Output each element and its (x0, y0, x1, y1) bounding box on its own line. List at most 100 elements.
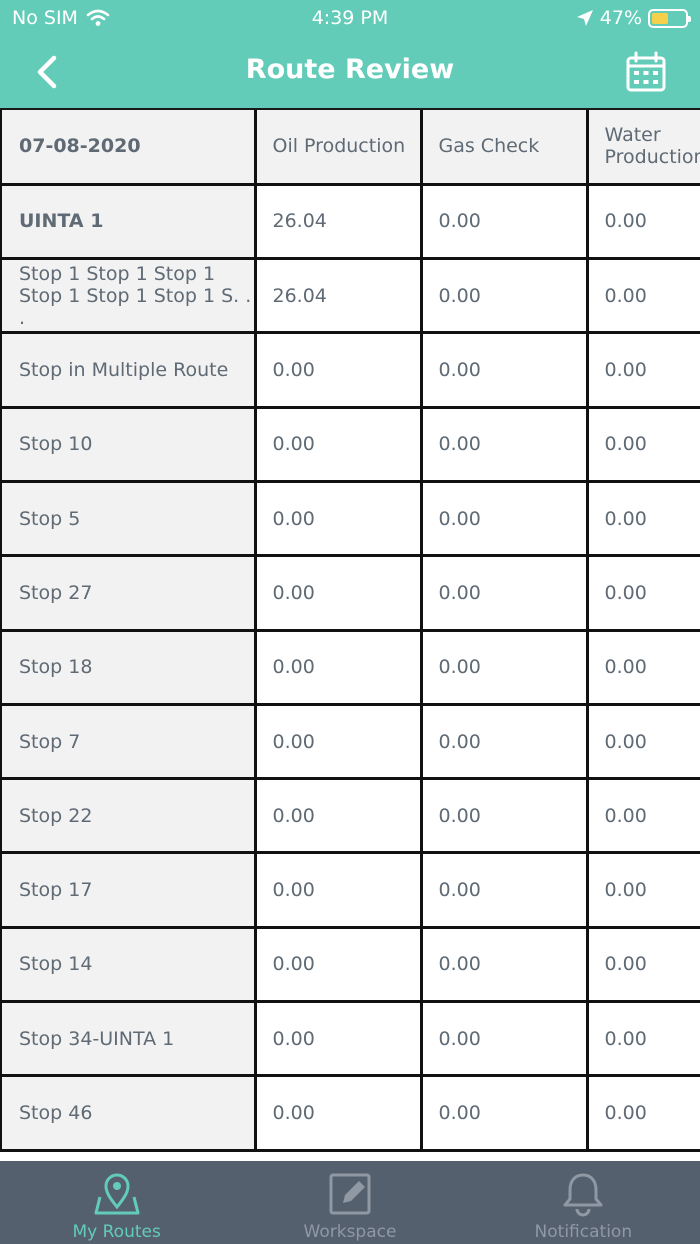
stop-name: Stop 17 (19, 879, 93, 902)
stop-name: Stop 34-UINTA 1 (19, 1027, 175, 1050)
oil-production-cell: 0.00 (255, 927, 423, 1004)
route-review-table[interactable]: 07-08-2020 Oil Production Gas Check Wate… (0, 108, 700, 1161)
table-row[interactable]: Stop 34-UINTA 1 0.00 0.00 0.00 (0, 1001, 700, 1078)
water-production-cell: 0.00 (587, 332, 700, 409)
table-row[interactable]: Stop 7 0.00 0.00 0.00 (0, 704, 700, 781)
edit-icon (329, 1173, 371, 1215)
oil-production-cell: 0.00 (255, 1075, 423, 1152)
water-production-cell: 0.00 (587, 407, 700, 483)
table-row[interactable]: Stop 14 0.00 0.00 0.00 (0, 927, 700, 1004)
stop-name-cell[interactable]: Stop 17 (0, 852, 257, 929)
column-header-water: Water Production (587, 110, 700, 186)
tab-notification-label: Notification (534, 1222, 633, 1242)
calendar-button[interactable] (624, 50, 668, 94)
table-row[interactable]: Stop 46 0.00 0.00 0.00 (0, 1075, 700, 1152)
gas-check-cell: 0.00 (421, 630, 589, 706)
stop-name-cell[interactable]: Stop 14 (0, 927, 257, 1004)
oil-production-cell: 0.00 (255, 852, 423, 929)
water-production-cell: 0.00 (587, 704, 700, 781)
battery-percent: 47% (599, 7, 642, 29)
oil-production-cell: 0.00 (255, 704, 423, 781)
battery-icon (648, 8, 691, 28)
stop-name-cell[interactable]: Stop 27 (0, 555, 257, 632)
calendar-icon (626, 51, 666, 92)
stop-name-cell[interactable]: Stop 22 (0, 778, 257, 855)
oil-production-cell: 26.04 (255, 184, 423, 261)
stop-name-cell[interactable]: Stop in Multiple Route (0, 332, 257, 409)
table-row[interactable]: Stop 17 0.00 0.00 0.00 (0, 852, 700, 929)
water-production-cell: 0.00 (587, 1001, 700, 1078)
oil-production-cell: 0.00 (255, 407, 423, 483)
table-row[interactable]: Stop 22 0.00 0.00 0.00 (0, 778, 700, 855)
column-header-gas: Gas Check (421, 110, 589, 186)
column-header-oil: Oil Production (255, 110, 423, 186)
gas-check-cell: 0.00 (421, 258, 589, 335)
stop-name-cell[interactable]: Stop 1 Stop 1 Stop 1 Stop 1 Stop 1 Stop … (0, 258, 257, 335)
stop-name: Stop 7 (19, 730, 81, 753)
oil-production-cell: 0.00 (255, 481, 423, 558)
battery-fill (652, 12, 668, 24)
column-header-water-label: Water Production (604, 124, 700, 169)
oil-production-cell: 0.00 (255, 778, 423, 855)
table-row[interactable]: Stop in Multiple Route 0.00 0.00 0.00 (0, 332, 700, 409)
water-production-cell: 0.00 (587, 184, 700, 261)
table-row[interactable]: Stop 1 Stop 1 Stop 1 Stop 1 Stop 1 Stop … (0, 258, 700, 335)
water-production-cell: 0.00 (587, 852, 700, 929)
page-title: Route Review (245, 54, 455, 85)
gas-check-cell: 0.00 (421, 927, 589, 1004)
stop-name: UINTA 1 (19, 210, 104, 233)
oil-production-cell: 0.00 (255, 630, 423, 706)
stop-name: Stop 27 (19, 581, 93, 604)
stop-name: Stop 10 (19, 433, 93, 456)
water-production-cell: 0.00 (587, 630, 700, 706)
gas-check-cell: 0.00 (421, 852, 589, 929)
gas-check-cell: 0.00 (421, 1075, 589, 1152)
tab-my-routes[interactable]: My Routes (0, 1161, 233, 1244)
water-production-cell: 0.00 (587, 927, 700, 1004)
gas-check-cell: 0.00 (421, 481, 589, 558)
status-right: 47% (576, 7, 691, 29)
stop-name: Stop 5 (19, 507, 81, 530)
oil-production-cell: 0.00 (255, 555, 423, 632)
bell-icon (563, 1173, 603, 1217)
table-row[interactable]: UINTA 1 26.04 0.00 0.00 (0, 184, 700, 261)
oil-production-cell: 26.04 (255, 258, 423, 335)
oil-production-cell: 0.00 (255, 332, 423, 409)
stop-name-cell[interactable]: Stop 10 (0, 407, 257, 483)
date-header[interactable]: 07-08-2020 (0, 110, 257, 186)
table-row[interactable]: Stop 10 0.00 0.00 0.00 (0, 407, 700, 483)
gas-check-cell: 0.00 (421, 778, 589, 855)
stop-name-cell[interactable]: UINTA 1 (0, 184, 257, 261)
nav-bar: Route Review (0, 36, 700, 108)
tab-my-routes-label: My Routes (72, 1222, 161, 1242)
stop-name: Stop in Multiple Route (19, 359, 229, 382)
gas-check-cell: 0.00 (421, 407, 589, 483)
water-production-cell: 0.00 (587, 555, 700, 632)
table-header-row: 07-08-2020 Oil Production Gas Check Wate… (0, 110, 700, 186)
water-production-cell: 0.00 (587, 481, 700, 558)
tab-workspace-label: Workspace (303, 1222, 397, 1242)
stop-name: Stop 22 (19, 804, 93, 827)
map-pin-icon (94, 1173, 140, 1215)
gas-check-cell: 0.00 (421, 1001, 589, 1078)
gas-check-cell: 0.00 (421, 184, 589, 261)
stop-name: Stop 14 (19, 953, 93, 976)
oil-production-cell: 0.00 (255, 1001, 423, 1078)
gas-check-cell: 0.00 (421, 332, 589, 409)
tab-workspace[interactable]: Workspace (233, 1161, 466, 1244)
stop-name: Stop 46 (19, 1102, 93, 1124)
stop-name-cell[interactable]: Stop 46 (0, 1075, 257, 1152)
stop-name-cell[interactable]: Stop 5 (0, 481, 257, 558)
table-row[interactable]: Stop 5 0.00 0.00 0.00 (0, 481, 700, 558)
tab-bar: My Routes Workspace Notification (0, 1161, 700, 1244)
gas-check-cell: 0.00 (421, 555, 589, 632)
stop-name-cell[interactable]: Stop 7 (0, 704, 257, 781)
table-row[interactable]: Stop 18 0.00 0.00 0.00 (0, 630, 700, 706)
table-row[interactable]: Stop 27 0.00 0.00 0.00 (0, 555, 700, 632)
status-bar: No SIM 4:39 PM 47% (0, 0, 700, 36)
water-production-cell: 0.00 (587, 258, 700, 335)
tab-notification[interactable]: Notification (467, 1161, 700, 1244)
stop-name-cell[interactable]: Stop 34-UINTA 1 (0, 1001, 257, 1078)
water-production-cell: 0.00 (587, 778, 700, 855)
stop-name-cell[interactable]: Stop 18 (0, 630, 257, 706)
